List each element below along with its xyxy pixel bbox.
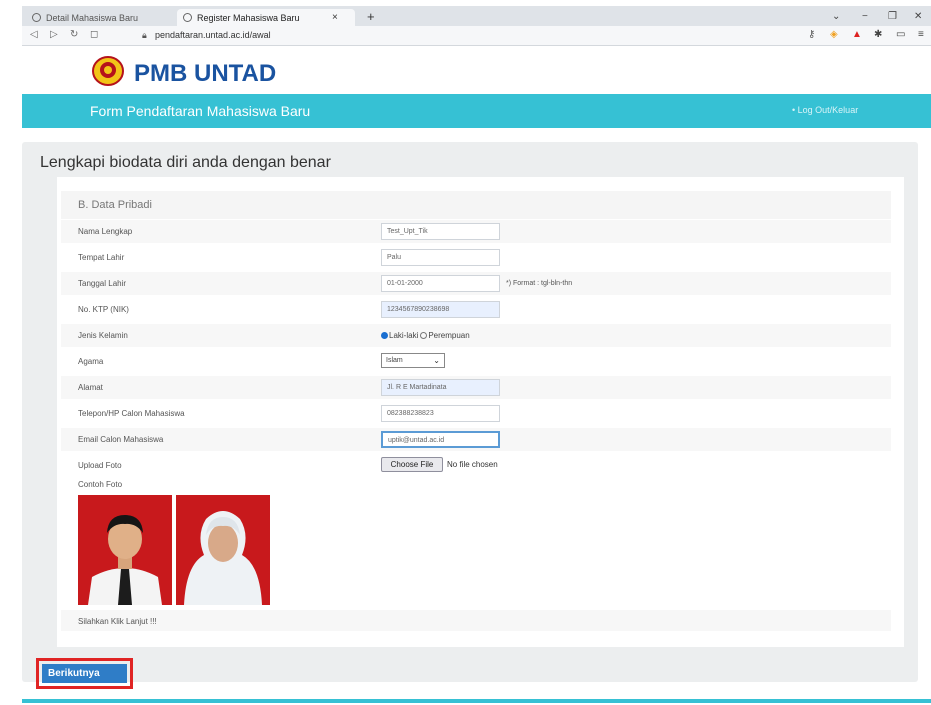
nama-lengkap-input[interactable]: Test_Upt_Tik xyxy=(381,223,500,240)
bookmark-icon[interactable]: ◻ xyxy=(90,29,98,40)
key-icon[interactable]: ⚷ xyxy=(808,29,815,40)
field-label: Email Calon Mahasiswa xyxy=(78,435,164,444)
shield-icon[interactable]: ◈ xyxy=(830,29,838,40)
field-label: No. KTP (NIK) xyxy=(78,305,129,314)
globe-icon xyxy=(183,13,192,22)
tab-label: Register Mahasiswa Baru xyxy=(197,12,300,23)
close-tab-icon[interactable]: × xyxy=(332,12,338,23)
form-title: Form Pendaftaran Mahasiswa Baru xyxy=(90,103,311,119)
row-agama: Agama Islam ⌄ xyxy=(61,350,891,373)
berikutnya-button[interactable]: Berikutnya xyxy=(42,664,127,683)
row-jenis-kelamin: Jenis Kelamin Laki-laki Perempuan xyxy=(61,324,891,347)
sample-photo-female xyxy=(176,495,270,605)
chevron-down-icon[interactable]: ⌄ xyxy=(832,11,840,22)
navbar: Form Pendaftaran Mahasiswa Baru • Log Ou… xyxy=(22,94,931,128)
alamat-input[interactable]: Jl. R E Martadinata xyxy=(381,379,500,396)
row-nama-lengkap: Nama Lengkap Test_Upt_Tik xyxy=(61,220,891,243)
address-bar: ◁ ▷ ↻ ◻ 🔒︎ pendaftaran.untad.ac.id/awal … xyxy=(22,26,931,46)
field-label: Nama Lengkap xyxy=(78,227,133,236)
site-title: PMB UNTAD xyxy=(134,60,277,87)
radio-label: Perempuan xyxy=(428,331,470,340)
tab-register-mahasiswa[interactable]: Register Mahasiswa Baru xyxy=(177,9,355,26)
forward-icon[interactable]: ▷ xyxy=(50,29,58,40)
site-header: PMB UNTAD xyxy=(22,46,931,94)
field-label: Agama xyxy=(78,357,104,366)
content-panel: Lengkapi biodata diri anda dengan benar … xyxy=(22,142,918,689)
radio-label: Laki-laki xyxy=(389,331,419,340)
ktp-input[interactable]: 1234567890238698 xyxy=(381,301,500,318)
page-heading: Lengkapi biodata diri anda dengan benar xyxy=(40,154,331,171)
section-title: B. Data Pribadi xyxy=(61,191,891,219)
footer-bar xyxy=(22,699,931,703)
email-input[interactable]: uptik@untad.ac.id xyxy=(381,431,500,448)
radio-perempuan[interactable] xyxy=(420,332,428,339)
date-format-hint: *) Format : tgl-bln-thn xyxy=(506,280,573,287)
row-telepon: Telepon/HP Calon Mahasiswa 082388238823 xyxy=(61,402,891,425)
field-label: Tempat Lahir xyxy=(78,253,125,262)
select-value: Islam xyxy=(386,357,403,364)
extensions-icon[interactable]: ✱ xyxy=(874,29,882,40)
agama-select[interactable]: Islam ⌄ xyxy=(381,353,445,368)
triangle-icon[interactable]: ▲ xyxy=(852,29,862,40)
tab-label: Detail Mahasiswa Baru xyxy=(46,12,139,23)
menu-icon[interactable]: ≡ xyxy=(918,29,924,40)
back-icon[interactable]: ◁ xyxy=(30,29,38,40)
new-tab-button[interactable]: + xyxy=(367,9,375,24)
lanjut-row: Silahkan Klik Lanjut !!! xyxy=(61,610,891,631)
field-label: Alamat xyxy=(78,383,103,392)
field-label: Telepon/HP Calon Mahasiswa xyxy=(78,409,185,418)
restore-icon[interactable]: ❐ xyxy=(888,11,897,22)
logout-link[interactable]: • Log Out/Keluar xyxy=(792,105,858,115)
field-label: Upload Foto xyxy=(78,461,122,470)
file-status: No file chosen xyxy=(447,460,498,469)
row-tanggal-lahir: Tanggal Lahir 01-01-2000 *) Format : tgl… xyxy=(61,272,891,295)
row-email: Email Calon Mahasiswa uptik@untad.ac.id xyxy=(61,428,891,451)
reload-icon[interactable]: ↻ xyxy=(70,29,78,40)
row-upload-foto: Upload Foto Choose File No file chosen xyxy=(61,454,891,477)
contoh-foto-label: Contoh Foto xyxy=(78,480,123,489)
url-input[interactable]: pendaftaran.untad.ac.id/awal xyxy=(155,30,271,40)
gender-radio-group: Laki-laki Perempuan xyxy=(381,331,470,340)
tempat-lahir-input[interactable]: Palu xyxy=(381,249,500,266)
tab-detail-mahasiswa[interactable]: Detail Mahasiswa Baru xyxy=(26,9,172,26)
globe-icon xyxy=(32,13,41,22)
row-ktp: No. KTP (NIK) 1234567890238698 xyxy=(61,298,891,321)
tanggal-lahir-input[interactable]: 01-01-2000 xyxy=(381,275,500,292)
minimize-icon[interactable]: − xyxy=(862,11,868,22)
close-window-icon[interactable]: ✕ xyxy=(914,11,922,22)
field-label: Jenis Kelamin xyxy=(78,331,128,340)
browser-tab-bar: Detail Mahasiswa Baru Register Mahasiswa… xyxy=(22,6,931,26)
sample-photo-male xyxy=(78,495,172,605)
untad-logo xyxy=(92,56,124,86)
lanjut-text: Silahkan Klik Lanjut !!! xyxy=(78,617,157,626)
sidebar-icon[interactable]: ▭ xyxy=(896,29,905,40)
chevron-down-icon: ⌄ xyxy=(433,356,440,365)
choose-file-button[interactable]: Choose File xyxy=(381,457,443,472)
telepon-input[interactable]: 082388238823 xyxy=(381,405,500,422)
form-box: B. Data Pribadi Nama Lengkap Test_Upt_Ti… xyxy=(57,177,904,647)
radio-laki-laki[interactable] xyxy=(381,332,388,339)
row-alamat: Alamat Jl. R E Martadinata xyxy=(61,376,891,399)
highlight-box: Berikutnya xyxy=(36,658,133,689)
row-tempat-lahir: Tempat Lahir Palu xyxy=(61,246,891,269)
field-label: Tanggal Lahir xyxy=(78,279,127,288)
lock-icon: 🔒︎ xyxy=(142,30,147,40)
